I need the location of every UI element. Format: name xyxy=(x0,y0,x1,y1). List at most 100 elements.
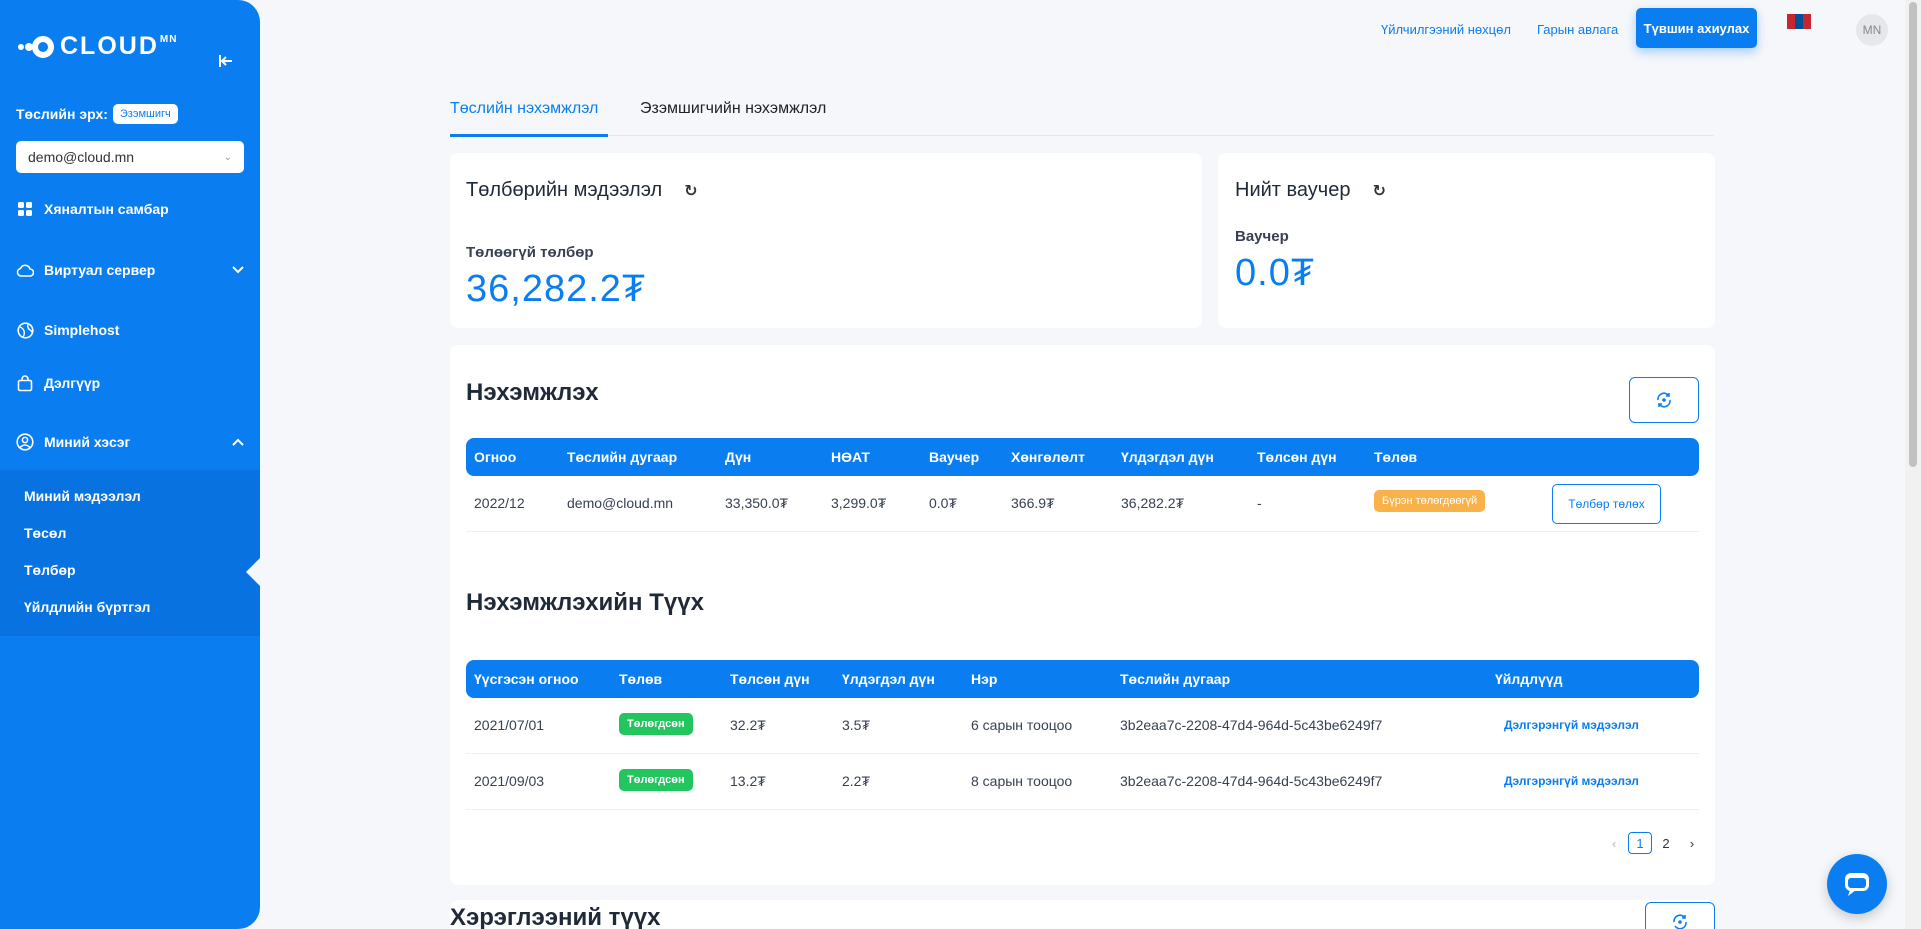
sidebar-item-label: Хяналтын самбар xyxy=(44,201,169,217)
account-role-row: Төслийн эрх: Эзэмшигч xyxy=(16,104,178,124)
page-1[interactable]: 1 xyxy=(1628,832,1652,854)
cell-date: 2021/09/03 xyxy=(474,773,545,789)
prev-page-icon[interactable]: ‹ xyxy=(1602,832,1626,854)
unpaid-amount: 36,282.2₮ xyxy=(466,268,647,310)
unpaid-label: Төлөөгүй төлбөр xyxy=(466,244,594,261)
cell-amount: 33,350.0₮ xyxy=(725,495,789,511)
voucher-card-header: Нийт ваучер ↻ xyxy=(1235,179,1386,202)
mongolia-flag-icon[interactable] xyxy=(1787,14,1811,29)
cell-paid: 32.2₮ xyxy=(730,717,766,733)
cell-project: 3b2eaa7c-2208-47d4-964d-5c43be6249f7 xyxy=(1120,773,1383,789)
active-item-notch xyxy=(246,556,262,588)
usage-sync-button[interactable] xyxy=(1645,902,1715,929)
details-link[interactable]: Дэлгэрэнгүй мэдээлэл xyxy=(1504,718,1639,732)
scrollbar-thumb[interactable] xyxy=(1909,2,1917,467)
status-badge: Төлөгдсөн xyxy=(619,769,693,791)
brand-logo[interactable]: CLOUDMN xyxy=(18,32,177,61)
cloud-icon xyxy=(16,261,34,279)
cell-discount: 366.9₮ xyxy=(1011,495,1055,511)
guide-link[interactable]: Гарын авлага xyxy=(1537,22,1618,37)
sidebar-item-label: Миний хэсэг xyxy=(44,434,131,450)
voucher-label: Ваучер xyxy=(1235,228,1289,245)
cell-date: 2022/12 xyxy=(474,495,525,511)
tab-project-invoice[interactable]: Төслийн нэхэмжлэл xyxy=(450,100,598,118)
sidebar-item-simplehost[interactable]: Simplehost xyxy=(16,321,244,339)
usage-title: Хэрэглээний түүх xyxy=(450,904,661,929)
invoice-card: Нэхэмжлэх Огноо Төслийн дугаар Дүн НӨАТ … xyxy=(450,345,1715,885)
details-link[interactable]: Дэлгэрэнгүй мэдээлэл xyxy=(1504,774,1639,788)
logo-sup: MN xyxy=(159,34,178,45)
voucher-card-title: Нийт ваучер xyxy=(1235,179,1351,201)
sidebar-item-label: Виртуал сервер xyxy=(44,262,156,278)
sidebar-item-virtual-server[interactable]: Виртуал сервер xyxy=(16,261,244,279)
chevron-down-icon xyxy=(232,263,244,277)
voucher-card: Нийт ваучер ↻ Ваучер 0.0₮ xyxy=(1218,153,1715,328)
account-role-label: Төслийн эрх: xyxy=(16,106,108,122)
status-badge: Төлөгдсөн xyxy=(619,713,693,735)
cell-balance: 36,282.2₮ xyxy=(1121,495,1185,511)
col-balance: Үлдэгдэл дүн xyxy=(1121,449,1214,465)
voucher-amount: 0.0₮ xyxy=(1235,252,1316,294)
chevron-down-icon: ⌄ xyxy=(223,151,232,163)
sidebar-item-dashboard[interactable]: Хяналтын самбар xyxy=(16,200,244,218)
pay-button[interactable]: Төлбөр төлөх xyxy=(1552,484,1661,524)
col-vat: НӨАТ xyxy=(831,449,870,465)
col-date: Огноо xyxy=(474,449,517,465)
col-project: Төслийн дугаар xyxy=(567,449,678,465)
cell-paid: - xyxy=(1257,495,1262,511)
sidebar-item-my-section[interactable]: Миний хэсэг xyxy=(16,433,244,451)
col-name: Нэр xyxy=(971,671,998,687)
status-badge: Бүрэн төлөгдөөгүй xyxy=(1374,490,1486,512)
dashboard-icon xyxy=(16,200,34,218)
invoice-title: Нэхэмжлэх xyxy=(466,379,599,406)
submenu-item-payment[interactable]: Төлбөр xyxy=(24,562,76,578)
page-2[interactable]: 2 xyxy=(1654,832,1678,854)
logo-text: CLOUD xyxy=(60,32,159,60)
col-discount: Хөнгөлөлт xyxy=(1011,449,1085,465)
sidebar-item-shop[interactable]: Дэлгүүр xyxy=(16,374,244,392)
invoice-tabs: Төслийн нэхэмжлэл Эзэмшигчийн нэхэмжлэл xyxy=(450,96,1714,137)
payment-card-header: Төлбөрийн мэдээлэл ↻ xyxy=(466,179,698,202)
chat-button[interactable] xyxy=(1827,854,1887,914)
avatar[interactable]: MN xyxy=(1856,14,1888,46)
sidebar-submenu: Миний мэдээлэл Төсөл Төлбөр Үйлдлийн бүр… xyxy=(0,470,260,636)
pagination: ‹ 1 2 › xyxy=(1600,832,1704,854)
col-status: Төлөв xyxy=(619,671,663,687)
next-page-icon[interactable]: › xyxy=(1680,832,1704,854)
col-project: Төслийн дугаар xyxy=(1120,671,1231,687)
refresh-icon[interactable]: ↻ xyxy=(1372,181,1385,201)
upgrade-button[interactable]: Түвшин ахиулах xyxy=(1636,8,1757,48)
user-circle-icon xyxy=(16,433,34,451)
sidebar: CLOUDMN Төслийн эрх: Эзэмшигч demo@cloud… xyxy=(0,0,262,929)
sync-icon xyxy=(1657,392,1671,408)
active-tab-underline xyxy=(450,134,608,137)
sync-icon xyxy=(1673,914,1687,929)
col-balance: Үлдэгдэл дүн xyxy=(842,671,935,687)
invoice-table-header: Огноо Төслийн дугаар Дүн НӨАТ Ваучер Хөн… xyxy=(466,438,1699,476)
payment-info-card: Төлбөрийн мэдээлэл ↻ Төлөөгүй төлбөр 36,… xyxy=(450,153,1202,328)
chat-icon xyxy=(1845,873,1869,896)
chevron-up-icon xyxy=(232,435,244,449)
table-row: 2021/09/03 Төлөгдсөн 13.2₮ 2.2₮ 8 сарын … xyxy=(466,754,1699,810)
cell-balance: 3.5₮ xyxy=(842,717,871,733)
tab-owner-invoice[interactable]: Эзэмшигчийн нэхэмжлэл xyxy=(640,100,826,118)
sidebar-collapse-button[interactable] xyxy=(192,22,260,100)
invoice-sync-button[interactable] xyxy=(1629,377,1699,423)
terms-link[interactable]: Үйлчилгээний нөхцөл xyxy=(1381,22,1511,37)
account-select[interactable]: demo@cloud.mn ⌄ xyxy=(16,141,244,173)
history-table-header: Үүсгэсэн огноо Төлөв Төлсөн дүн Үлдэгдэл… xyxy=(466,660,1699,698)
account-role-badge: Эзэмшигч xyxy=(112,104,178,124)
col-created-date: Үүсгэсэн огноо xyxy=(474,671,579,687)
table-row: 2022/12 demo@cloud.mn 33,350.0₮ 3,299.0₮… xyxy=(466,476,1699,532)
cell-paid: 13.2₮ xyxy=(730,773,766,789)
submenu-item-my-info[interactable]: Миний мэдээлэл xyxy=(24,488,141,504)
cell-project: 3b2eaa7c-2208-47d4-964d-5c43be6249f7 xyxy=(1120,717,1383,733)
col-status: Төлөв xyxy=(1374,449,1418,465)
refresh-icon[interactable]: ↻ xyxy=(684,181,697,201)
sidebar-item-label: Дэлгүүр xyxy=(44,375,101,391)
history-title: Нэхэмжлэхийн Түүх xyxy=(466,589,704,616)
col-paid: Төлсөн дүн xyxy=(1257,449,1337,465)
submenu-item-project[interactable]: Төсөл xyxy=(24,525,66,541)
submenu-item-activity-log[interactable]: Үйлдлийн бүртгэл xyxy=(24,599,150,615)
cell-project: demo@cloud.mn xyxy=(567,495,674,511)
